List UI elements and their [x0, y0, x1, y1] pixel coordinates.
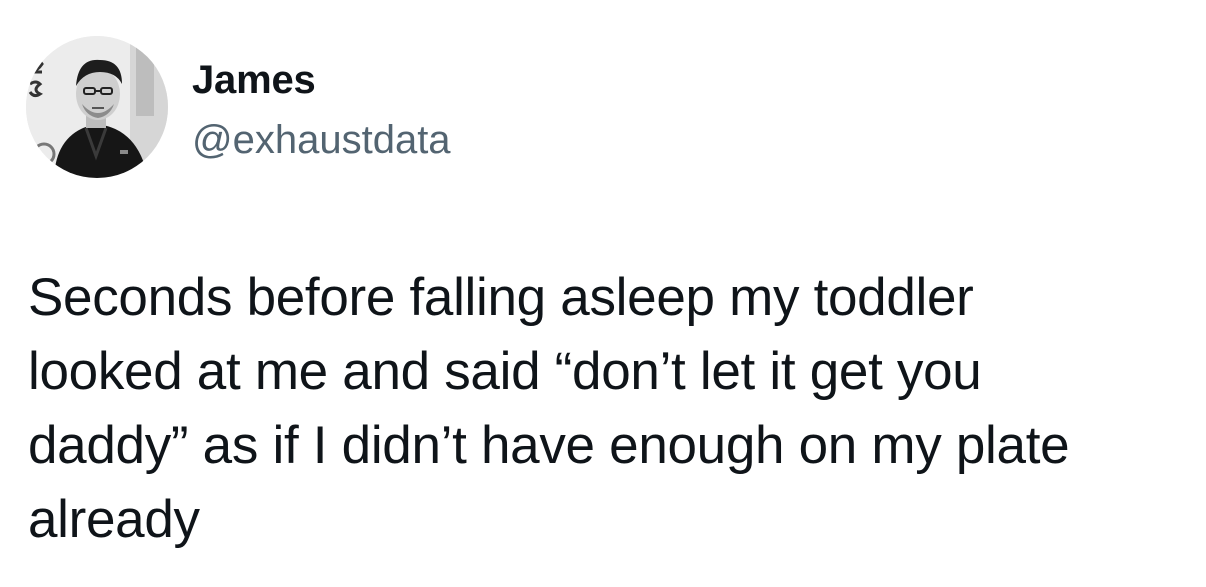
author-display-name[interactable]: James: [192, 56, 316, 104]
tweet-text: Seconds before falling asleep my toddler…: [28, 268, 1070, 549]
tweet-card: James @exhaustdata Seconds before fallin…: [0, 0, 1206, 587]
author-handle[interactable]: @exhaustdata: [192, 116, 451, 164]
profile-photo-avatar-icon: [26, 36, 168, 178]
avatar[interactable]: [26, 36, 168, 178]
